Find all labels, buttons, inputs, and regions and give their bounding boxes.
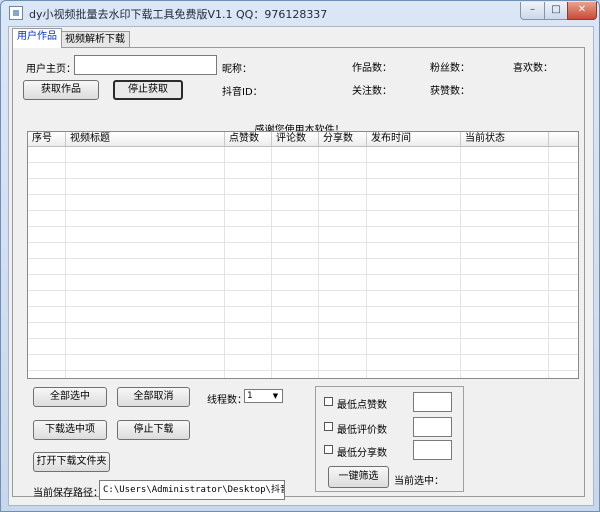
column-shares[interactable]: 分享数 bbox=[319, 132, 367, 146]
min-comments-checkbox[interactable] bbox=[324, 422, 333, 431]
fans-count-label: 粉丝数： bbox=[430, 63, 470, 74]
maximize-button[interactable]: □ bbox=[544, 2, 568, 20]
tab-video-parse-download[interactable]: 视频解析下载 bbox=[60, 31, 130, 48]
select-all-button[interactable]: 全部选中 bbox=[33, 387, 107, 407]
client-area: 用户作品 视频解析下载 用户主页： 昵称： 作品数： 粉丝数： 喜欢数： 获取作… bbox=[8, 26, 594, 506]
threads-label: 线程数： bbox=[207, 395, 247, 406]
video-list-body bbox=[28, 147, 578, 378]
min-likes-input[interactable] bbox=[413, 392, 452, 412]
works-count-label: 作品数： bbox=[352, 63, 392, 74]
window-title: dy小视频批量去水印下载工具免费版V1.1 QQ：976128337 bbox=[29, 8, 328, 21]
video-list[interactable]: 序号 视频标题 点赞数 评论数 分享数 发布时间 当前状态 bbox=[27, 131, 579, 379]
chevron-down-icon[interactable]: ▼ bbox=[270, 391, 281, 401]
open-download-folder-button[interactable]: 打开下载文件夹 bbox=[33, 452, 110, 472]
main-window: dy小视频批量去水印下载工具免费版V1.1 QQ：976128337 – □ ✕… bbox=[0, 0, 600, 512]
follow-count-label: 关注数： bbox=[352, 86, 392, 97]
column-comments[interactable]: 评论数 bbox=[272, 132, 319, 146]
min-likes-label: 最低点赞数 bbox=[337, 400, 387, 411]
likes-count-label: 喜欢数： bbox=[513, 63, 553, 74]
deselect-all-button[interactable]: 全部取消 bbox=[117, 387, 190, 407]
save-path-input[interactable]: C:\Users\Administrator\Desktop\抖音视频批量 bbox=[99, 480, 285, 500]
download-selected-button[interactable]: 下载选中项 bbox=[33, 420, 107, 440]
video-list-header: 序号 视频标题 点赞数 评论数 分享数 发布时间 当前状态 bbox=[28, 132, 578, 147]
douyin-id-label: 抖音ID： bbox=[222, 87, 263, 98]
column-status[interactable]: 当前状态 bbox=[461, 132, 549, 146]
tab-pane-user-works: 用户主页： 昵称： 作品数： 粉丝数： 喜欢数： 获取作品 停止获取 抖音ID：… bbox=[12, 47, 585, 500]
current-selected-label: 当前选中： bbox=[394, 476, 444, 487]
filter-group: 最低点赞数 最低评价数 最低分享数 一键筛选 当前选中： bbox=[315, 386, 464, 492]
minimize-button[interactable]: – bbox=[520, 2, 545, 20]
column-likes[interactable]: 点赞数 bbox=[225, 132, 272, 146]
column-index[interactable]: 序号 bbox=[28, 132, 66, 146]
close-button[interactable]: ✕ bbox=[567, 2, 597, 20]
threads-select-value: 1 bbox=[247, 391, 253, 401]
min-shares-input[interactable] bbox=[413, 440, 452, 460]
app-icon bbox=[9, 6, 23, 20]
title-bar[interactable]: dy小视频批量去水印下载工具免费版V1.1 QQ：976128337 – □ ✕ bbox=[1, 1, 599, 25]
fetch-works-button[interactable]: 获取作品 bbox=[23, 80, 99, 100]
save-path-label: 当前保存路径： bbox=[33, 488, 103, 499]
min-comments-label: 最低评价数 bbox=[337, 425, 387, 436]
min-likes-checkbox[interactable] bbox=[324, 397, 333, 406]
homepage-input[interactable] bbox=[74, 55, 217, 75]
min-comments-input[interactable] bbox=[413, 417, 452, 437]
column-publish-time[interactable]: 发布时间 bbox=[367, 132, 461, 146]
min-shares-checkbox[interactable] bbox=[324, 445, 333, 454]
min-shares-label: 最低分享数 bbox=[337, 448, 387, 459]
stop-fetch-button[interactable]: 停止获取 bbox=[113, 80, 183, 100]
threads-select[interactable]: 1 ▼ bbox=[244, 389, 283, 403]
nickname-label: 昵称： bbox=[222, 64, 252, 75]
praised-count-label: 获赞数： bbox=[430, 86, 470, 97]
column-title[interactable]: 视频标题 bbox=[66, 132, 225, 146]
stop-download-button[interactable]: 停止下载 bbox=[117, 420, 190, 440]
one-click-filter-button[interactable]: 一键筛选 bbox=[328, 466, 389, 488]
tab-user-works[interactable]: 用户作品 bbox=[12, 28, 62, 48]
homepage-label: 用户主页： bbox=[26, 64, 76, 75]
